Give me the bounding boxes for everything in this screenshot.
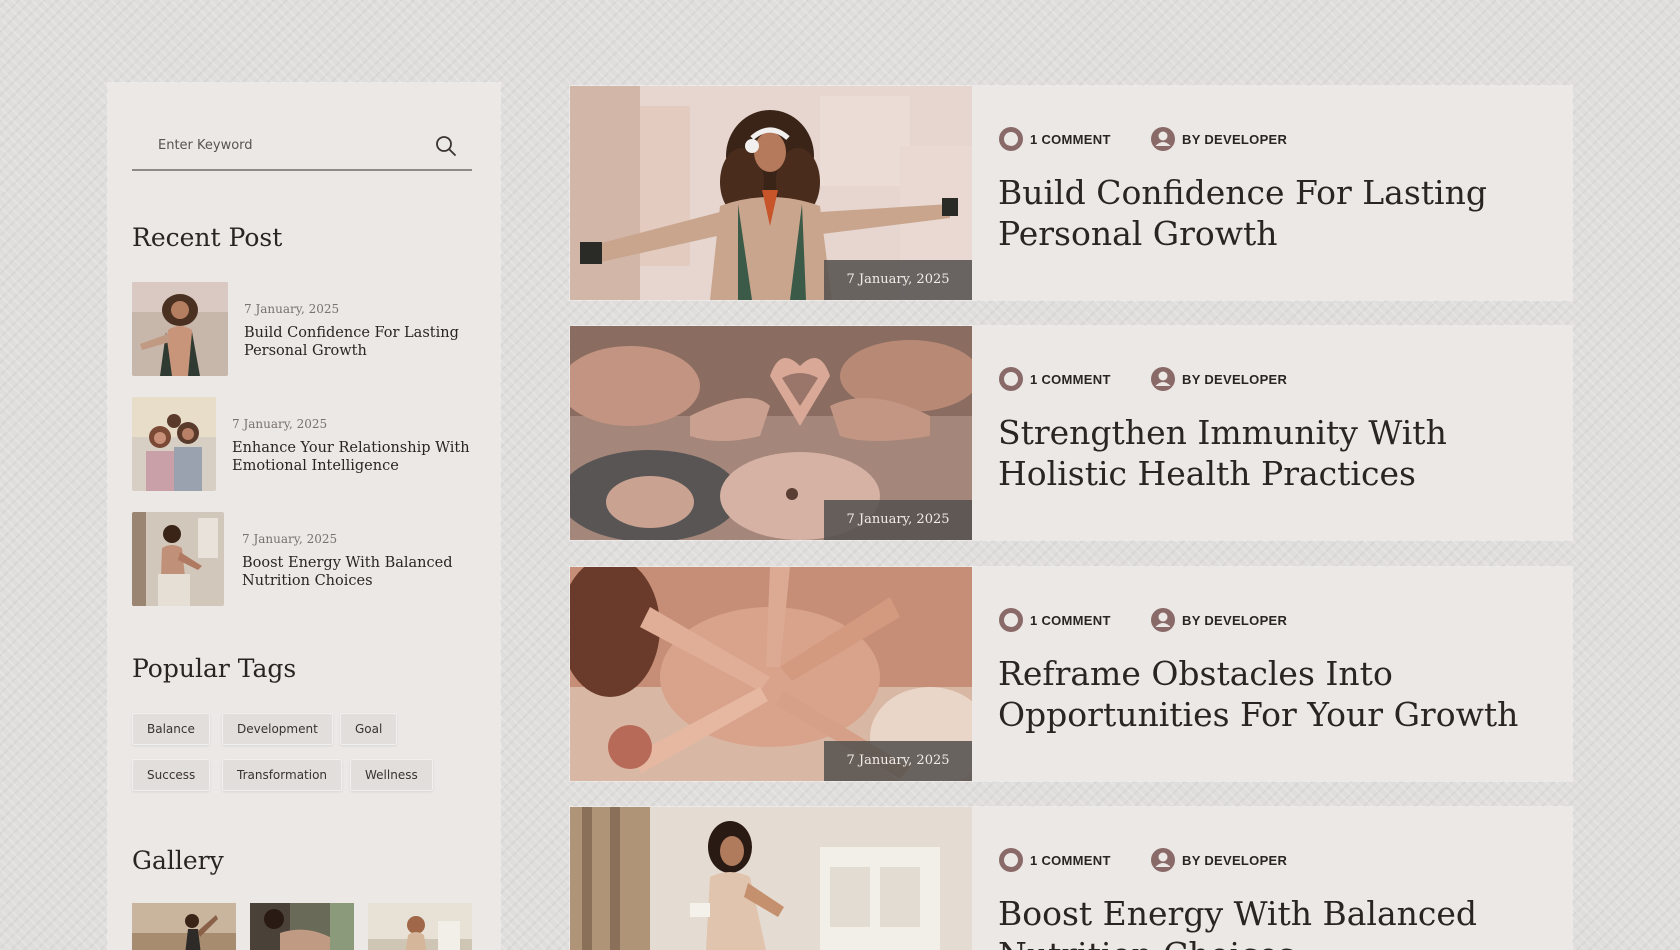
recent-post-thumbnail[interactable] xyxy=(132,282,228,376)
sidebar: Recent Post 7 January, 2025 Build Confid… xyxy=(108,83,500,950)
tag-development[interactable]: Development xyxy=(222,713,333,745)
recent-post-thumbnail[interactable] xyxy=(132,512,224,606)
comment-icon xyxy=(999,367,1023,391)
user-icon xyxy=(1151,848,1175,872)
recent-post-date: 7 January, 2025 xyxy=(232,417,328,431)
tag-success[interactable]: Success xyxy=(132,759,211,791)
post-card: 7 January, 2025 1 COMMENT BY DEVELOPER B… xyxy=(570,86,1572,300)
post-image[interactable] xyxy=(570,807,972,950)
comment-count-label: 1 COMMENT xyxy=(1030,371,1111,387)
gallery-heading: Gallery xyxy=(132,846,224,875)
post-author[interactable]: BY DEVELOPER xyxy=(1150,607,1287,633)
post-author[interactable]: BY DEVELOPER xyxy=(1150,366,1287,392)
comment-count[interactable]: 1 COMMENT xyxy=(998,607,1111,633)
post-date-badge: 7 January, 2025 xyxy=(824,260,972,300)
recent-post-item[interactable]: 7 January, 2025 Enhance Your Relationshi… xyxy=(132,397,472,493)
search-icon xyxy=(436,136,456,156)
post-date-badge: 7 January, 2025 xyxy=(824,500,972,540)
post-card: 1 COMMENT BY DEVELOPER Boost Energy With… xyxy=(570,807,1572,950)
search-input[interactable] xyxy=(132,121,422,169)
post-author[interactable]: BY DEVELOPER xyxy=(1150,847,1287,873)
post-card: 7 January, 2025 1 COMMENT BY DEVELOPER S… xyxy=(570,326,1572,540)
popular-tags-heading: Popular Tags xyxy=(132,654,297,683)
post-image[interactable]: 7 January, 2025 xyxy=(570,326,972,540)
comment-icon xyxy=(999,608,1023,632)
post-author-label: BY DEVELOPER xyxy=(1182,852,1288,868)
tag-balance[interactable]: Balance xyxy=(132,713,210,745)
comment-count[interactable]: 1 COMMENT xyxy=(998,847,1111,873)
comment-count-label: 1 COMMENT xyxy=(1030,131,1111,147)
comment-count[interactable]: 1 COMMENT xyxy=(998,126,1111,152)
comment-icon xyxy=(999,127,1023,151)
post-author[interactable]: BY DEVELOPER xyxy=(1150,126,1287,152)
user-icon xyxy=(1151,367,1175,391)
post-title[interactable]: Strengthen Immunity With Holistic Health… xyxy=(998,412,1548,494)
post-author-label: BY DEVELOPER xyxy=(1182,371,1288,387)
comment-icon xyxy=(999,848,1023,872)
gallery-image[interactable] xyxy=(368,903,472,950)
post-date-badge: 7 January, 2025 xyxy=(824,741,972,781)
recent-post-title[interactable]: Enhance Your Relationship With Emotional… xyxy=(232,439,472,475)
search-button[interactable] xyxy=(434,134,458,158)
comment-count-label: 1 COMMENT xyxy=(1030,612,1111,628)
tag-transformation[interactable]: Transformation xyxy=(222,759,343,791)
recent-post-item[interactable]: 7 January, 2025 Boost Energy With Balanc… xyxy=(132,512,472,608)
comment-count-label: 1 COMMENT xyxy=(1030,852,1111,868)
user-icon xyxy=(1151,127,1175,151)
post-title[interactable]: Boost Energy With Balanced Nutrition Cho… xyxy=(998,893,1548,950)
post-title[interactable]: Reframe Obstacles Into Opportunities For… xyxy=(998,653,1548,735)
post-title[interactable]: Build Confidence For Lasting Personal Gr… xyxy=(998,172,1548,254)
recent-post-date: 7 January, 2025 xyxy=(242,532,338,546)
user-icon xyxy=(1151,608,1175,632)
comment-count[interactable]: 1 COMMENT xyxy=(998,366,1111,392)
post-card: 7 January, 2025 1 COMMENT BY DEVELOPER R… xyxy=(570,567,1572,781)
post-image[interactable]: 7 January, 2025 xyxy=(570,86,972,300)
recent-post-date: 7 January, 2025 xyxy=(244,302,340,316)
tag-goal[interactable]: Goal xyxy=(340,713,398,745)
tag-wellness[interactable]: Wellness xyxy=(350,759,433,791)
recent-post-title[interactable]: Build Confidence For Lasting Personal Gr… xyxy=(244,324,474,360)
search-box xyxy=(132,121,472,171)
post-author-label: BY DEVELOPER xyxy=(1182,612,1288,628)
post-author-label: BY DEVELOPER xyxy=(1182,131,1288,147)
post-image[interactable]: 7 January, 2025 xyxy=(570,567,972,781)
recent-post-thumbnail[interactable] xyxy=(132,397,216,491)
recent-post-title[interactable]: Boost Energy With Balanced Nutrition Cho… xyxy=(242,554,472,590)
recent-post-item[interactable]: 7 January, 2025 Build Confidence For Las… xyxy=(132,282,472,378)
gallery-image[interactable] xyxy=(132,903,236,950)
gallery-image[interactable] xyxy=(250,903,354,950)
recent-post-heading: Recent Post xyxy=(132,223,283,252)
